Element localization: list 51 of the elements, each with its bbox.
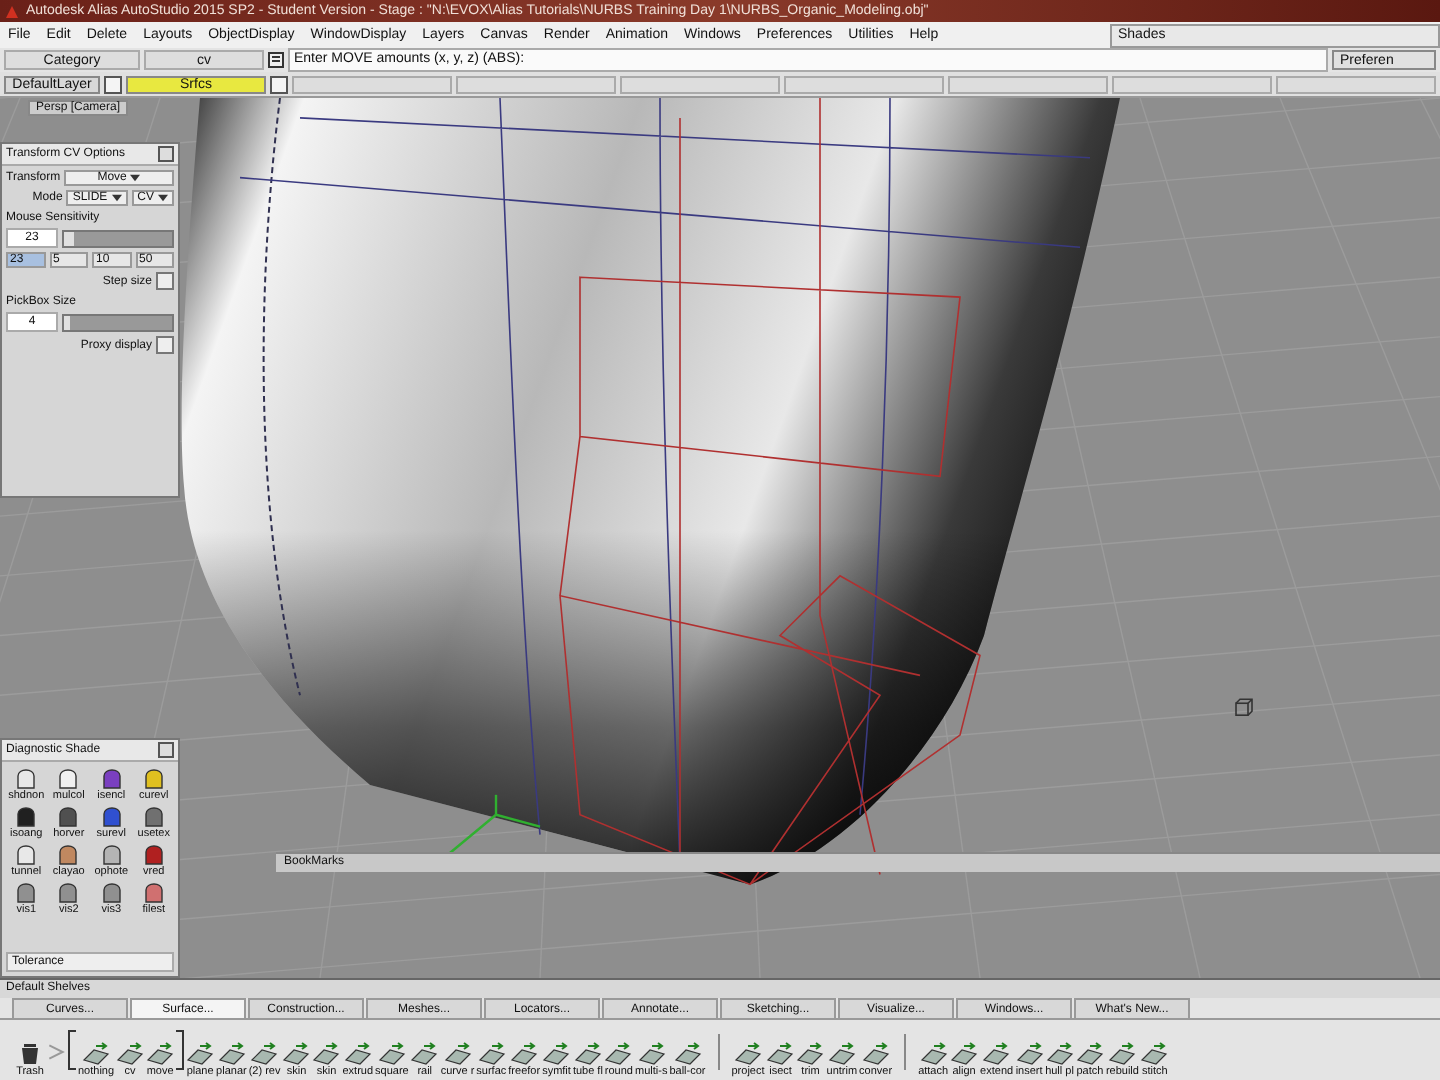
empty-layer-slot[interactable] (456, 75, 616, 93)
surface-tool-icon (950, 1042, 979, 1066)
empty-layer-slot[interactable] (620, 75, 780, 93)
surface-tool-icon (673, 1042, 702, 1066)
cube-icon (1235, 698, 1253, 716)
surface-tool-icon (217, 1042, 246, 1066)
surface-tool-icon (443, 1042, 472, 1066)
surface-tool-icon (82, 1042, 111, 1066)
surface-tool-icon (377, 1042, 406, 1066)
surface-tool-icon (312, 1042, 341, 1066)
surface-tool-icon (604, 1042, 633, 1066)
surface-tool-icon (861, 1042, 890, 1066)
surface-tool-icon (116, 1042, 145, 1066)
sensitivity-slider[interactable] (62, 229, 174, 247)
surface-tool-icon (1140, 1042, 1169, 1066)
caret-icon (158, 194, 168, 202)
surface-tool-icon (637, 1042, 666, 1066)
layer-visibility-checkbox[interactable] (270, 75, 288, 93)
surface-tool-icon (146, 1042, 175, 1066)
empty-layer-slot[interactable] (784, 75, 944, 93)
surface-tool-icon (827, 1042, 856, 1066)
pickbox-slider[interactable] (62, 313, 174, 331)
panel-close-button[interactable] (158, 146, 174, 162)
surface-tool-icon (282, 1042, 311, 1066)
surface-tool-icon (919, 1042, 948, 1066)
chevron-icon[interactable] (46, 1042, 66, 1062)
surface-tool-icon (734, 1042, 762, 1066)
surface-tool-icon (510, 1042, 539, 1066)
surface-tool-icon (343, 1042, 372, 1066)
surface-tool-icon (982, 1042, 1011, 1066)
empty-layer-slot[interactable] (1112, 75, 1272, 93)
caret-icon (130, 174, 141, 182)
trash-can-icon (16, 1042, 44, 1066)
proxy-display-checkbox[interactable] (156, 336, 174, 354)
layer-visibility-checkbox[interactable] (104, 75, 122, 93)
surface-tool-icon (1045, 1042, 1074, 1066)
step-size-checkbox[interactable] (156, 272, 174, 290)
surface-tool-icon (477, 1042, 506, 1066)
empty-layer-slot[interactable] (948, 75, 1108, 93)
surface-tool-icon (766, 1042, 795, 1066)
surface-tool-icon (1015, 1042, 1044, 1066)
surface-tool-icon (1108, 1042, 1137, 1066)
surface-tool-icon (542, 1042, 571, 1066)
empty-layer-slot[interactable] (1276, 75, 1436, 93)
surface-tool-icon (1075, 1042, 1104, 1066)
caret-icon (111, 194, 122, 202)
surface-tool-icon (796, 1042, 825, 1066)
surface-tool-icon (410, 1042, 439, 1066)
surface-tool-icon (573, 1042, 602, 1066)
panel-close-button[interactable] (158, 742, 174, 758)
surface-tool-icon (250, 1042, 279, 1066)
